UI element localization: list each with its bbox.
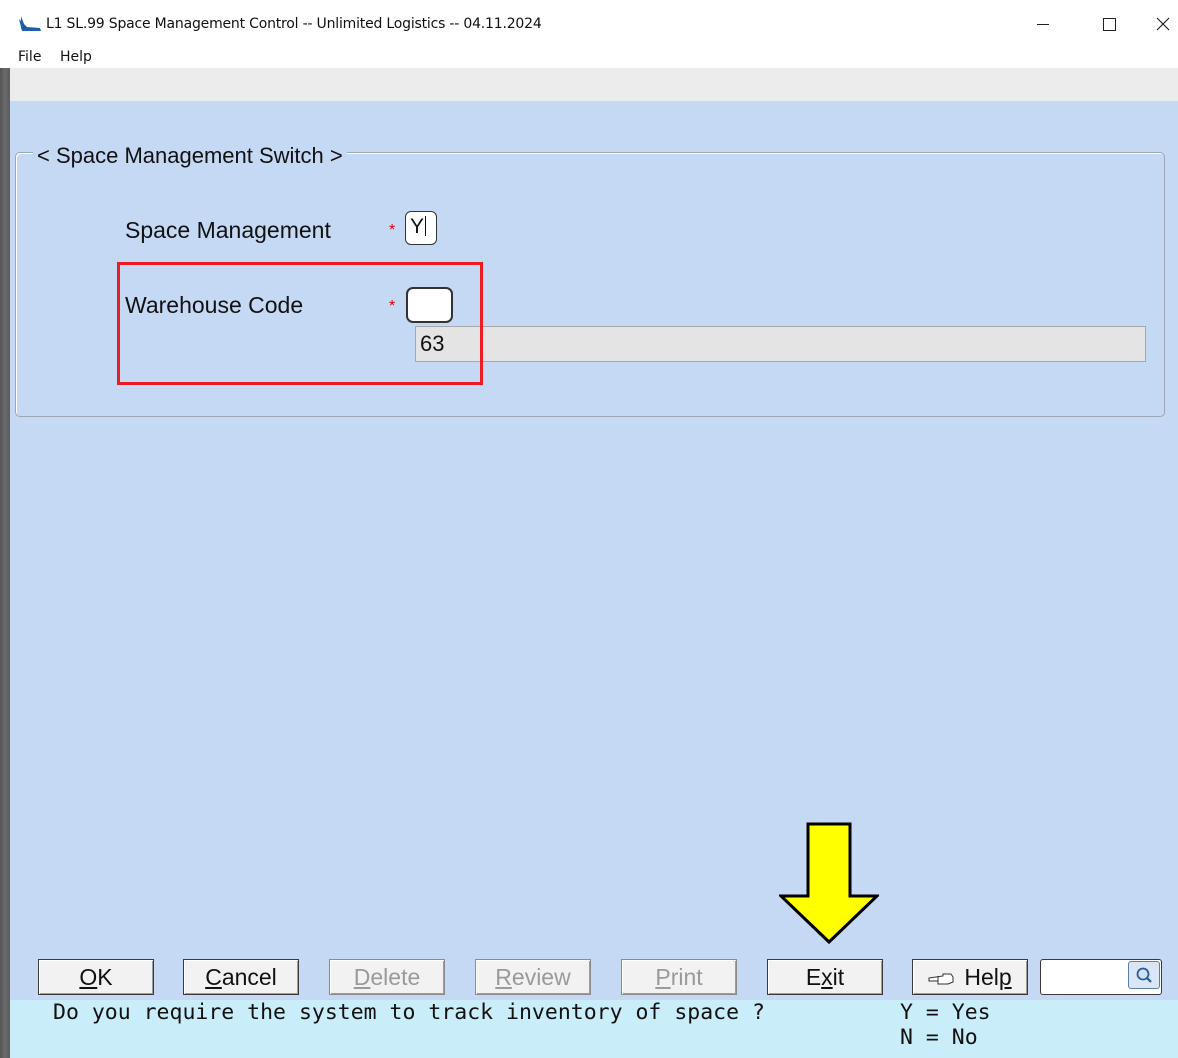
print-button[interactable]: Print (621, 959, 737, 995)
close-button[interactable] (1148, 10, 1178, 38)
delete-label: elete (370, 964, 421, 990)
print-accel: P (655, 964, 671, 990)
warehouse-description-field: 63 (415, 326, 1146, 362)
minimize-button[interactable] (1020, 10, 1066, 38)
status-message: Do you require the system to track inven… (53, 1000, 765, 1025)
exit-label: it (832, 964, 845, 990)
window-title: L1 SL.99 Space Management Control -- Unl… (46, 16, 542, 32)
cancel-accel: C (205, 964, 222, 990)
app-logo-icon (19, 16, 41, 31)
menu-bar: File Help (0, 46, 1178, 68)
review-accel: R (495, 964, 512, 990)
help-label: Hel (964, 964, 999, 990)
status-option-no: N = No (900, 1025, 978, 1050)
menu-file[interactable]: File (18, 49, 41, 65)
minimize-icon (1037, 23, 1049, 25)
title-bar: L1 SL.99 Space Management Control -- Unl… (0, 0, 1178, 46)
maximize-icon (1102, 17, 1116, 31)
print-label: rint (670, 964, 703, 990)
group-title: < Space Management Switch > (33, 143, 347, 169)
help-button[interactable]: Help (912, 959, 1028, 995)
cancel-button[interactable]: Cancel (183, 959, 299, 995)
space-management-input[interactable]: Y (405, 211, 437, 245)
ok-accel: O (79, 964, 98, 990)
review-label: eview (511, 964, 571, 990)
ok-label: K (97, 964, 113, 990)
review-button[interactable]: Review (475, 959, 591, 995)
magnifier-icon (1136, 967, 1152, 983)
red-highlight-box (117, 262, 483, 385)
delete-button[interactable]: Delete (329, 959, 445, 995)
help-accel: p (998, 964, 1012, 990)
ok-button[interactable]: OK (38, 959, 154, 995)
toolbar-strip (10, 68, 1178, 101)
text-caret (425, 216, 427, 236)
space-management-label: Space Management (125, 217, 331, 243)
required-marker: * (389, 222, 396, 239)
status-option-yes: Y = Yes (900, 1000, 991, 1025)
search-button[interactable] (1128, 961, 1160, 989)
delete-accel: D (353, 964, 371, 990)
exit-button[interactable]: Exit (767, 959, 883, 995)
pointing-hand-icon (928, 973, 954, 985)
maximize-button[interactable] (1086, 10, 1132, 38)
exit-accel: x (821, 964, 833, 990)
exit-label-pre: E (805, 964, 822, 990)
menu-help[interactable]: Help (60, 49, 92, 65)
yellow-arrow-annotation (779, 822, 879, 945)
space-management-value: Y (410, 215, 425, 238)
cancel-label: ancel (221, 964, 277, 990)
close-icon (1156, 17, 1170, 31)
